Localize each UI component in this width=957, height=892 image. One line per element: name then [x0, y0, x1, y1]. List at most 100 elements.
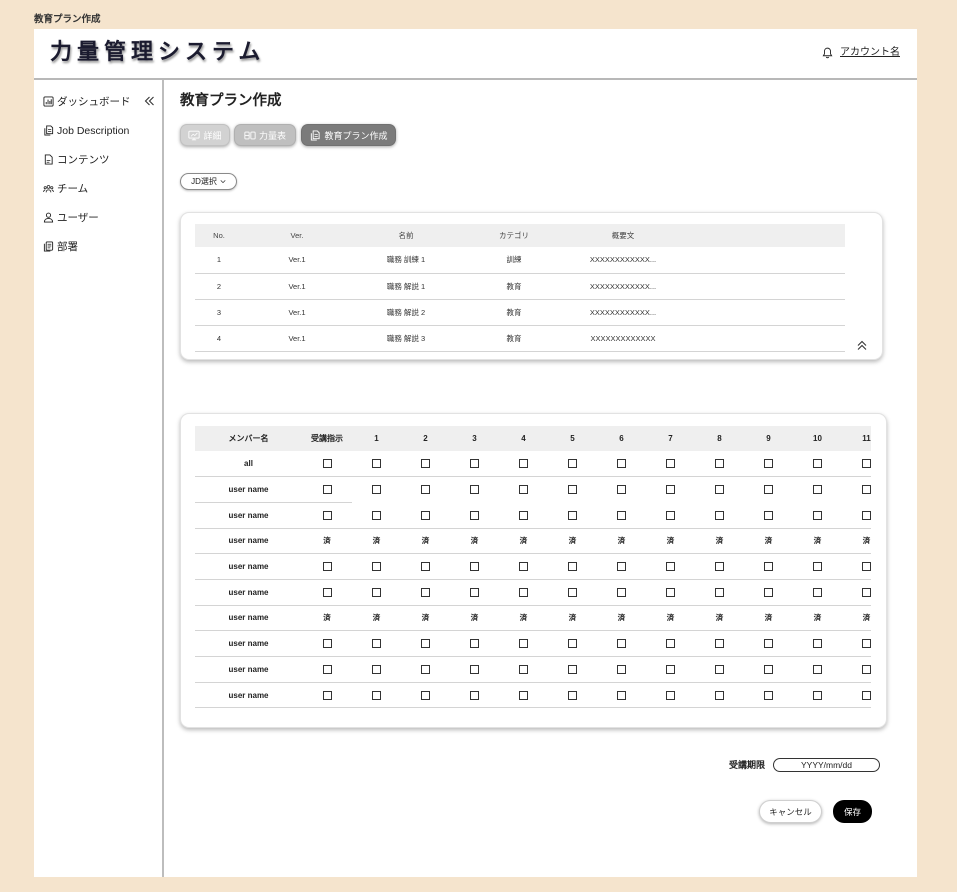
checkbox[interactable]: [666, 690, 675, 700]
checkbox[interactable]: [715, 562, 724, 572]
checkbox[interactable]: [519, 587, 528, 597]
checkbox[interactable]: [470, 459, 479, 469]
checkbox[interactable]: [764, 485, 773, 495]
jd-table-row[interactable]: 4 Ver.1 職務 解説 3 教育 XXXXXXXXXXXXX: [195, 325, 845, 352]
checkbox[interactable]: [421, 459, 430, 469]
checkbox[interactable]: [617, 459, 626, 469]
checkbox[interactable]: [372, 562, 381, 572]
checkbox[interactable]: [764, 665, 773, 675]
checkbox[interactable]: [666, 562, 675, 572]
checkbox[interactable]: [862, 562, 871, 572]
checkbox[interactable]: [421, 485, 430, 495]
checkbox[interactable]: [813, 485, 822, 495]
jd-table-row[interactable]: 3 Ver.1 職務 解説 2 教育 XXXXXXXXXXXX...: [195, 299, 845, 326]
checkbox[interactable]: [813, 562, 822, 572]
checkbox[interactable]: [813, 690, 822, 700]
checkbox[interactable]: [666, 485, 675, 495]
checkbox[interactable]: [519, 665, 528, 675]
checkbox[interactable]: [666, 510, 675, 520]
checkbox[interactable]: [764, 587, 773, 597]
checkbox[interactable]: [421, 562, 430, 572]
sidebar-item-users[interactable]: ユーザー: [34, 203, 162, 232]
checkbox[interactable]: [617, 562, 626, 572]
checkbox[interactable]: [715, 459, 724, 469]
sidebar-item-job-description[interactable]: Job Description: [34, 116, 162, 145]
cancel-button[interactable]: キャンセル: [759, 800, 822, 823]
sidebar-item-department[interactable]: 部署: [34, 232, 162, 261]
checkbox[interactable]: [372, 690, 381, 700]
checkbox[interactable]: [322, 485, 332, 495]
checkbox[interactable]: [372, 485, 381, 495]
checkbox[interactable]: [568, 485, 577, 495]
checkbox[interactable]: [421, 690, 430, 700]
jd-table-row[interactable]: 1 Ver.1 職務 訓練 1 訓練 XXXXXXXXXXXX...: [195, 247, 845, 274]
checkbox[interactable]: [322, 587, 332, 597]
checkbox[interactable]: [617, 510, 626, 520]
checkbox[interactable]: [715, 587, 724, 597]
checkbox[interactable]: [617, 587, 626, 597]
checkbox[interactable]: [372, 587, 381, 597]
checkbox[interactable]: [764, 562, 773, 572]
checkbox[interactable]: [322, 665, 332, 675]
checkbox[interactable]: [617, 690, 626, 700]
checkbox[interactable]: [666, 639, 675, 649]
bell-icon[interactable]: [822, 47, 833, 59]
checkbox[interactable]: [470, 690, 479, 700]
checkbox[interactable]: [715, 639, 724, 649]
tab-detail[interactable]: 詳細: [180, 124, 230, 146]
checkbox[interactable]: [568, 510, 577, 520]
checkbox[interactable]: [764, 510, 773, 520]
double-chevron-left-icon[interactable]: [143, 95, 155, 107]
checkbox[interactable]: [372, 510, 381, 520]
checkbox[interactable]: [568, 459, 577, 469]
checkbox[interactable]: [568, 665, 577, 675]
checkbox[interactable]: [813, 587, 822, 597]
plan-table-scroll-area[interactable]: メンバー名 受講指示 1 2 3 4 5 6 7 8 9 10 11 all user name user …: [195, 426, 871, 716]
checkbox[interactable]: [470, 639, 479, 649]
checkbox[interactable]: [470, 587, 479, 597]
checkbox[interactable]: [568, 587, 577, 597]
checkbox[interactable]: [764, 639, 773, 649]
tab-competency-table[interactable]: 力量表: [234, 124, 296, 146]
checkbox[interactable]: [421, 665, 430, 675]
checkbox[interactable]: [813, 639, 822, 649]
checkbox[interactable]: [470, 562, 479, 572]
checkbox[interactable]: [617, 639, 626, 649]
checkbox[interactable]: [862, 690, 871, 700]
jd-table-row[interactable]: 2 Ver.1 職務 解説 1 教育 XXXXXXXXXXXX...: [195, 273, 845, 300]
checkbox[interactable]: [322, 690, 332, 700]
checkbox[interactable]: [764, 459, 773, 469]
checkbox[interactable]: [715, 665, 724, 675]
checkbox[interactable]: [372, 639, 381, 649]
checkbox[interactable]: [519, 485, 528, 495]
checkbox[interactable]: [666, 459, 675, 469]
checkbox[interactable]: [519, 562, 528, 572]
account-link[interactable]: アカウント名: [840, 46, 900, 60]
checkbox[interactable]: [862, 665, 871, 675]
tab-education-plan[interactable]: 教育プラン作成: [301, 124, 396, 146]
checkbox[interactable]: [568, 690, 577, 700]
sidebar-item-team[interactable]: チーム: [34, 174, 162, 203]
checkbox[interactable]: [666, 665, 675, 675]
checkbox[interactable]: [715, 510, 724, 520]
checkbox[interactable]: [519, 690, 528, 700]
checkbox[interactable]: [322, 510, 332, 520]
checkbox[interactable]: [519, 459, 528, 469]
sidebar-item-contents[interactable]: コンテンツ: [34, 145, 162, 174]
checkbox[interactable]: [322, 562, 332, 572]
checkbox[interactable]: [470, 485, 479, 495]
checkbox[interactable]: [470, 510, 479, 520]
checkbox[interactable]: [322, 459, 332, 469]
checkbox[interactable]: [862, 587, 871, 597]
checkbox[interactable]: [617, 485, 626, 495]
checkbox[interactable]: [813, 510, 822, 520]
checkbox[interactable]: [372, 665, 381, 675]
checkbox[interactable]: [568, 639, 577, 649]
checkbox[interactable]: [666, 587, 675, 597]
checkbox[interactable]: [715, 690, 724, 700]
checkbox[interactable]: [372, 459, 381, 469]
checkbox[interactable]: [862, 459, 871, 469]
save-button[interactable]: 保存: [833, 800, 872, 823]
checkbox[interactable]: [421, 639, 430, 649]
double-chevron-up-icon[interactable]: [856, 339, 868, 351]
